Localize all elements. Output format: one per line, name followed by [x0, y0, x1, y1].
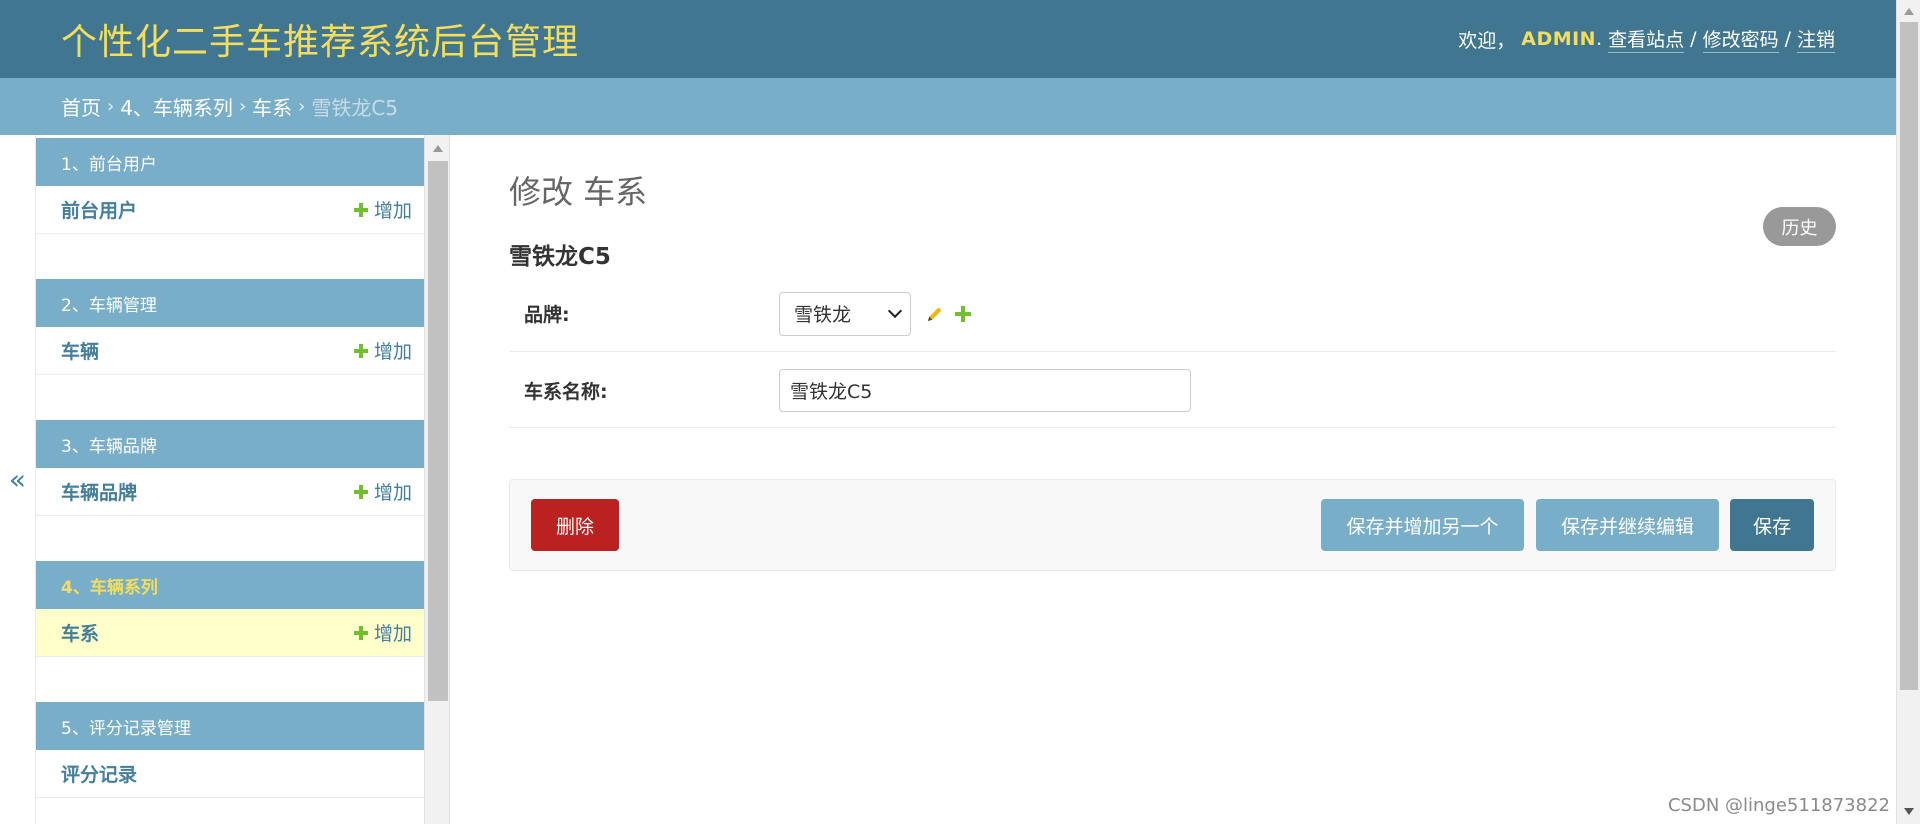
scroll-down-arrow-icon[interactable]	[1904, 808, 1914, 815]
welcome-text: 欢迎，	[1458, 29, 1516, 52]
add-link[interactable]: 增加	[353, 337, 412, 364]
module-caption[interactable]: 5、评分记录管理	[36, 702, 424, 750]
page-scrollbar[interactable]	[1896, 0, 1920, 824]
user-tools: 欢迎， ADMIN . 查看站点 / 修改密码 / 注销	[1458, 25, 1835, 53]
plus-icon	[353, 343, 368, 358]
add-link[interactable]: 增加	[353, 619, 412, 646]
brand-select[interactable]: 雪铁龙	[779, 291, 911, 336]
view-site-link[interactable]: 查看站点	[1608, 25, 1685, 53]
scroll-up-arrow-icon[interactable]	[1904, 8, 1914, 15]
model-link[interactable]: 车辆品牌	[61, 478, 137, 505]
module-vehicle-brands: 3、车辆品牌 车辆品牌 增加	[36, 420, 424, 516]
model-link[interactable]: 评分记录	[61, 760, 137, 787]
module-caption[interactable]: 3、车辆品牌	[36, 420, 424, 468]
plus-icon	[353, 484, 368, 499]
header: 个性化二手车推荐系统后台管理 欢迎， ADMIN . 查看站点 / 修改密码 /…	[0, 0, 1896, 78]
add-link[interactable]: 增加	[353, 478, 412, 505]
module-rating-records: 5、评分记录管理 评分记录	[36, 702, 424, 798]
module-vehicle-series: 4、车辆系列 车系 增加	[36, 561, 424, 657]
model-link[interactable]: 车系	[61, 619, 99, 646]
sidebar-item-series-current: 车系 增加	[36, 609, 424, 657]
page-scrollbar-thumb[interactable]	[1900, 22, 1918, 690]
breadcrumb-model[interactable]: 车系	[252, 92, 292, 121]
module-caption[interactable]: 1、前台用户	[36, 138, 424, 186]
save-and-add-another-button[interactable]: 保存并增加另一个	[1321, 499, 1524, 551]
sidebar-scrollbar-thumb[interactable]	[428, 161, 448, 701]
module-frontend-users: 1、前台用户 前台用户 增加	[36, 138, 424, 234]
add-label: 增加	[373, 341, 412, 363]
form-row-series-name: 车系名称:	[509, 353, 1836, 428]
plus-icon	[353, 625, 368, 640]
delete-button[interactable]: 删除	[531, 499, 619, 551]
model-link[interactable]: 前台用户	[61, 196, 137, 223]
breadcrumb-home[interactable]: 首页	[61, 92, 101, 121]
plus-icon	[353, 202, 368, 217]
form-row-brand: 品牌: 雪铁龙	[509, 276, 1836, 352]
user-tools-separator: /	[1690, 28, 1697, 50]
user-tools-separator: /	[1784, 28, 1791, 50]
breadcrumb: 首页 › 4、车辆系列 › 车系 › 雪铁龙C5	[0, 78, 1896, 135]
site-brand[interactable]: 个性化二手车推荐系统后台管理	[61, 13, 579, 65]
page-title: 修改 车系	[509, 173, 648, 211]
breadcrumb-app[interactable]: 4、车辆系列	[120, 92, 233, 121]
series-name-label: 车系名称:	[524, 380, 608, 403]
sidebar-item-vehicle-brands: 车辆品牌 增加	[36, 468, 424, 516]
breadcrumb-separator: ›	[298, 96, 306, 117]
submit-row: 删除 保存并增加另一个 保存并继续编辑 保存	[509, 479, 1836, 571]
add-label: 增加	[373, 200, 412, 222]
module-vehicle-management: 2、车辆管理 车辆 增加	[36, 279, 424, 375]
breadcrumb-separator: ›	[107, 96, 115, 117]
pencil-icon[interactable]	[925, 304, 945, 324]
chevron-down-icon	[887, 303, 903, 319]
sidebar-item-frontend-users: 前台用户 增加	[36, 186, 424, 234]
username: ADMIN	[1521, 28, 1597, 50]
save-and-continue-button[interactable]: 保存并继续编辑	[1536, 499, 1719, 551]
breadcrumb-separator: ›	[238, 96, 247, 117]
sidebar-item-vehicles: 车辆 增加	[36, 327, 424, 375]
model-link[interactable]: 车辆	[61, 337, 99, 364]
logout-link[interactable]: 注销	[1796, 25, 1835, 53]
sidebar-scrollbar[interactable]	[424, 135, 450, 824]
content-main: 修改 车系 历史 雪铁龙C5 品牌: 雪铁龙 车系名称: 删除 保存并增加另一个	[450, 135, 1896, 824]
nav-sidebar: 1、前台用户 前台用户 增加 2、车辆管理 车辆 增加 3、车辆品牌 车辆品牌 …	[36, 135, 424, 824]
breadcrumb-current: 雪铁龙C5	[311, 96, 399, 120]
add-label: 增加	[373, 623, 412, 645]
brand-label: 品牌:	[524, 304, 570, 326]
watermark: CSDN @linge511873822	[1667, 795, 1890, 816]
change-password-link[interactable]: 修改密码	[1702, 25, 1779, 53]
history-button[interactable]: 历史	[1763, 207, 1836, 246]
object-title: 雪铁龙C5	[509, 244, 611, 270]
add-label: 增加	[373, 482, 412, 504]
sidebar-item-rating-records: 评分记录	[36, 750, 424, 798]
scroll-up-arrow-icon[interactable]	[433, 145, 443, 152]
admin-change-page: 个性化二手车推荐系统后台管理 欢迎， ADMIN . 查看站点 / 修改密码 /…	[0, 0, 1920, 824]
save-button[interactable]: 保存	[1730, 499, 1814, 551]
nav-sidebar-toggle[interactable]: «	[0, 135, 36, 824]
add-link[interactable]: 增加	[353, 196, 412, 223]
series-name-input[interactable]	[779, 368, 1191, 412]
brand-select-value: 雪铁龙	[794, 304, 852, 326]
module-caption[interactable]: 2、车辆管理	[36, 279, 424, 327]
add-related-plus-icon[interactable]	[955, 305, 971, 322]
module-caption-current[interactable]: 4、车辆系列	[36, 561, 424, 609]
welcome-period: .	[1596, 28, 1603, 50]
